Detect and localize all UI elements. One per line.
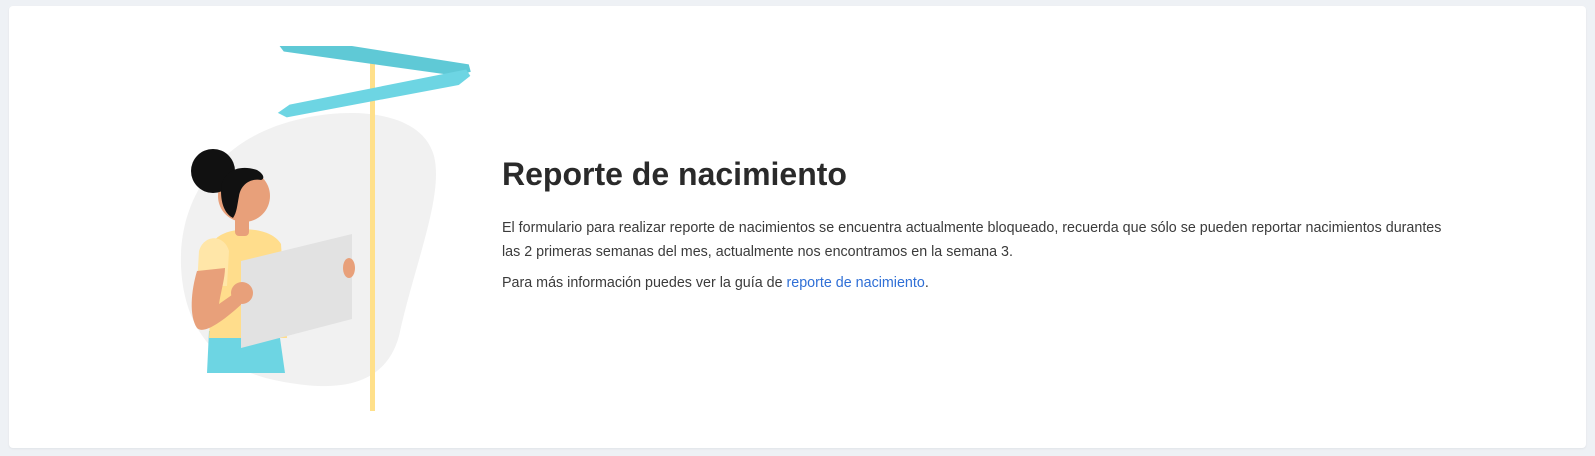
woman-hand-left xyxy=(231,282,253,304)
woman-with-map-signpost-illustration xyxy=(180,46,471,411)
guide-link[interactable]: reporte de nacimiento xyxy=(787,275,925,291)
notice-info-prefix: Para más información puedes ver la guía … xyxy=(502,275,787,291)
notice-card: Reporte de nacimiento El formulario para… xyxy=(9,6,1586,448)
notice-content: Reporte de nacimiento El formulario para… xyxy=(502,154,1442,302)
notice-info: Para más información puedes ver la guía … xyxy=(502,271,1442,295)
page-title: Reporte de nacimiento xyxy=(502,156,847,192)
notice-info-suffix: . xyxy=(924,275,929,291)
woman-hand-right xyxy=(343,258,355,278)
notice-description: El formulario para realizar reporte de n… xyxy=(502,220,1442,260)
signpost-pole xyxy=(370,56,375,411)
